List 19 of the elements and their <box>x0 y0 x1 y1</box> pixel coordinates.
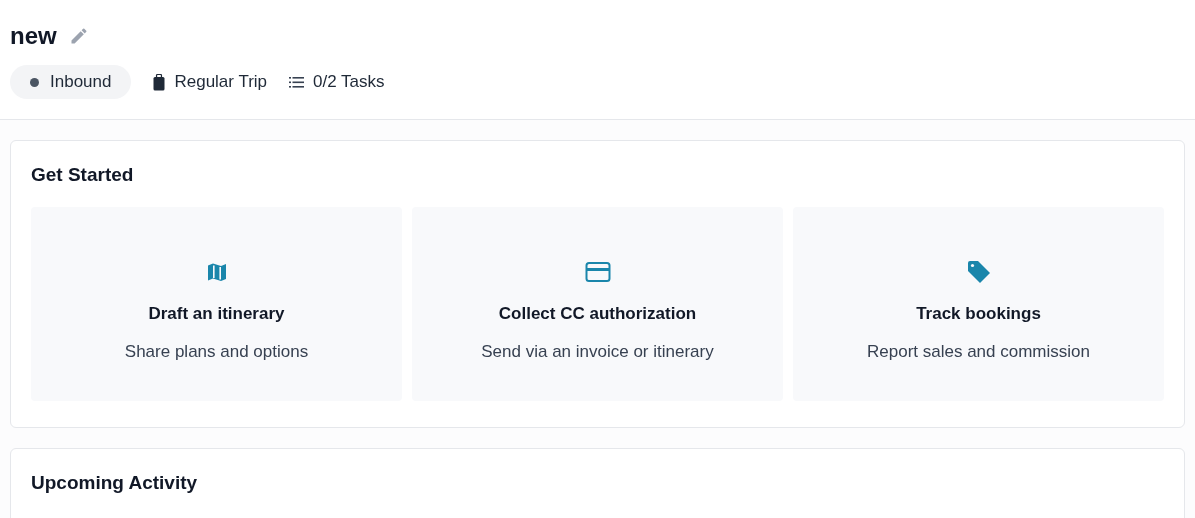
section-title: Upcoming Activity <box>31 470 199 495</box>
tasks-label: 0/2 Tasks <box>313 71 385 94</box>
action-card[interactable]: Draft an itinerary Share plans and options <box>31 206 402 401</box>
list-icon <box>289 76 305 88</box>
action-card[interactable]: Collect CC authorization Send via an invoice or itinerary <box>412 206 783 401</box>
action-card[interactable]: Track bookings Report sales and commission <box>793 206 1164 401</box>
card-title: Draft an itinerary <box>148 302 285 325</box>
suitcase-icon <box>153 73 166 91</box>
status-label: Inbound <box>50 71 112 94</box>
card-title: Track bookings <box>916 302 1041 325</box>
credit-card-icon <box>584 260 611 283</box>
card-title: Collect CC authorization <box>498 302 697 325</box>
card-subtitle: Send via an invoice or itinerary <box>481 341 714 363</box>
tag-icon <box>965 258 992 285</box>
section-title: Get Started <box>31 163 135 187</box>
trip-title: new <box>10 21 57 51</box>
card-subtitle: Share plans and options <box>124 341 309 363</box>
trip-label: Regular Trip <box>174 71 268 94</box>
card-subtitle: Report sales and commission <box>867 341 1090 363</box>
